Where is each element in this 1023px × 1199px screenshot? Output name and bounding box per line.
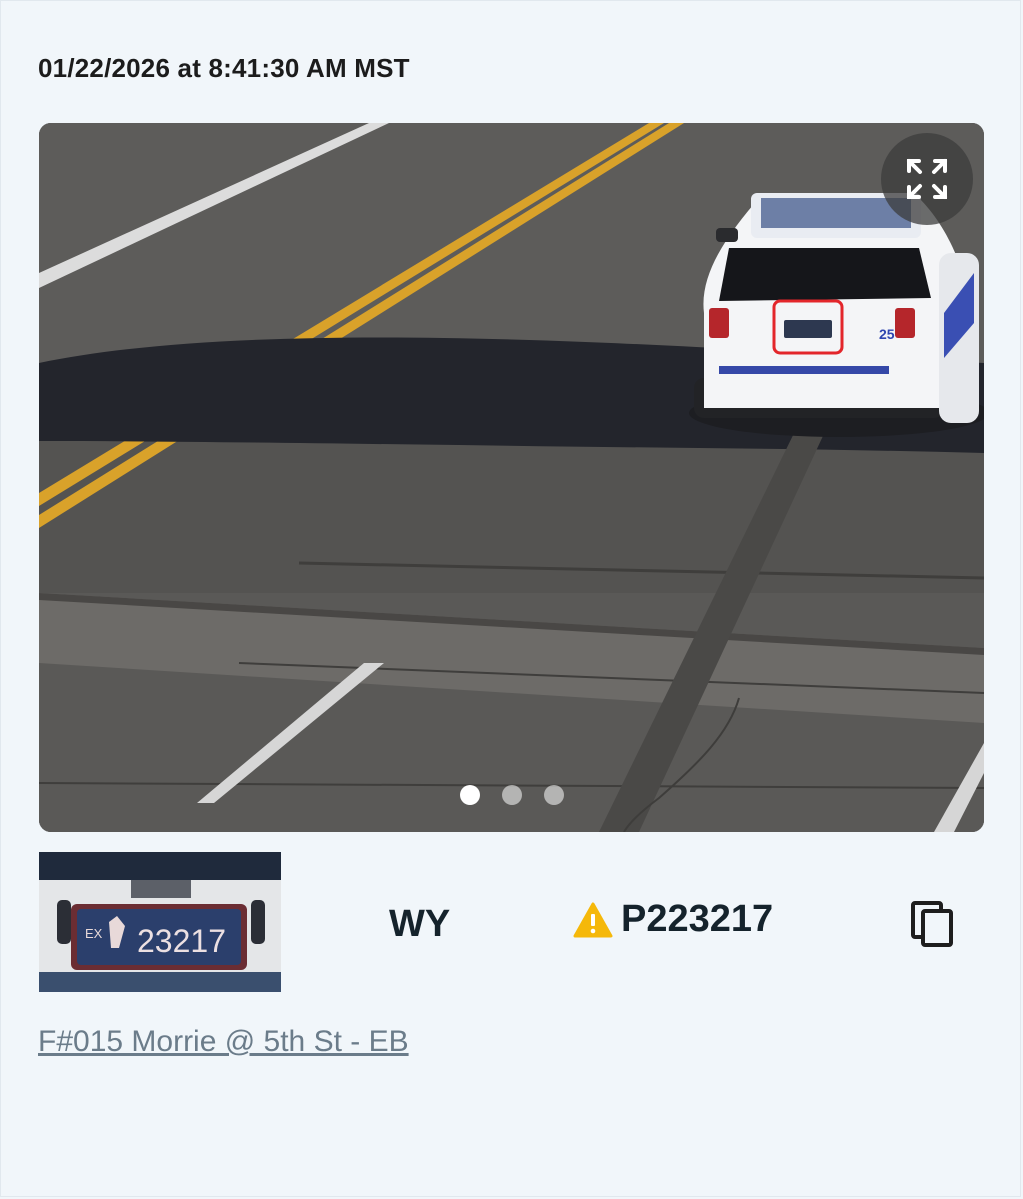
carousel-dot-2[interactable] <box>501 785 522 805</box>
plate-read: P223217 <box>573 898 773 941</box>
plate-read-card: 01/22/2026 at 8:41:30 AM MST 25 EX 23217… <box>0 0 1021 1197</box>
capture-timestamp: 01/22/2026 at 8:41:30 AM MST <box>38 53 410 83</box>
copy-plate-button[interactable] <box>909 899 955 949</box>
camera-location-link[interactable]: F#015 Morrie @ 5th St - EB <box>38 1025 409 1059</box>
expand-image-button[interactable] <box>881 133 973 225</box>
plate-crop-image[interactable]: EX 23217 <box>39 852 281 992</box>
plate-crop-prefix: EX <box>85 926 103 941</box>
road-scene: 25 <box>39 123 984 832</box>
police-vehicle: 25 <box>689 193 984 437</box>
warning-triangle-icon <box>573 902 613 937</box>
plate-crop-number: 23217 <box>137 923 226 959</box>
vehicle-unit-number: 25 <box>879 326 895 342</box>
plate-closeup: EX 23217 <box>39 852 281 992</box>
plate-number[interactable]: P223217 <box>621 898 773 941</box>
image-carousel-dots <box>39 785 984 805</box>
carousel-dot-1[interactable] <box>459 785 480 805</box>
plate-state: WY <box>389 903 451 945</box>
capture-image[interactable]: 25 <box>39 123 984 832</box>
carousel-dot-3[interactable] <box>543 785 564 805</box>
expand-arrows-icon <box>907 159 947 199</box>
copy-icon <box>911 901 953 947</box>
